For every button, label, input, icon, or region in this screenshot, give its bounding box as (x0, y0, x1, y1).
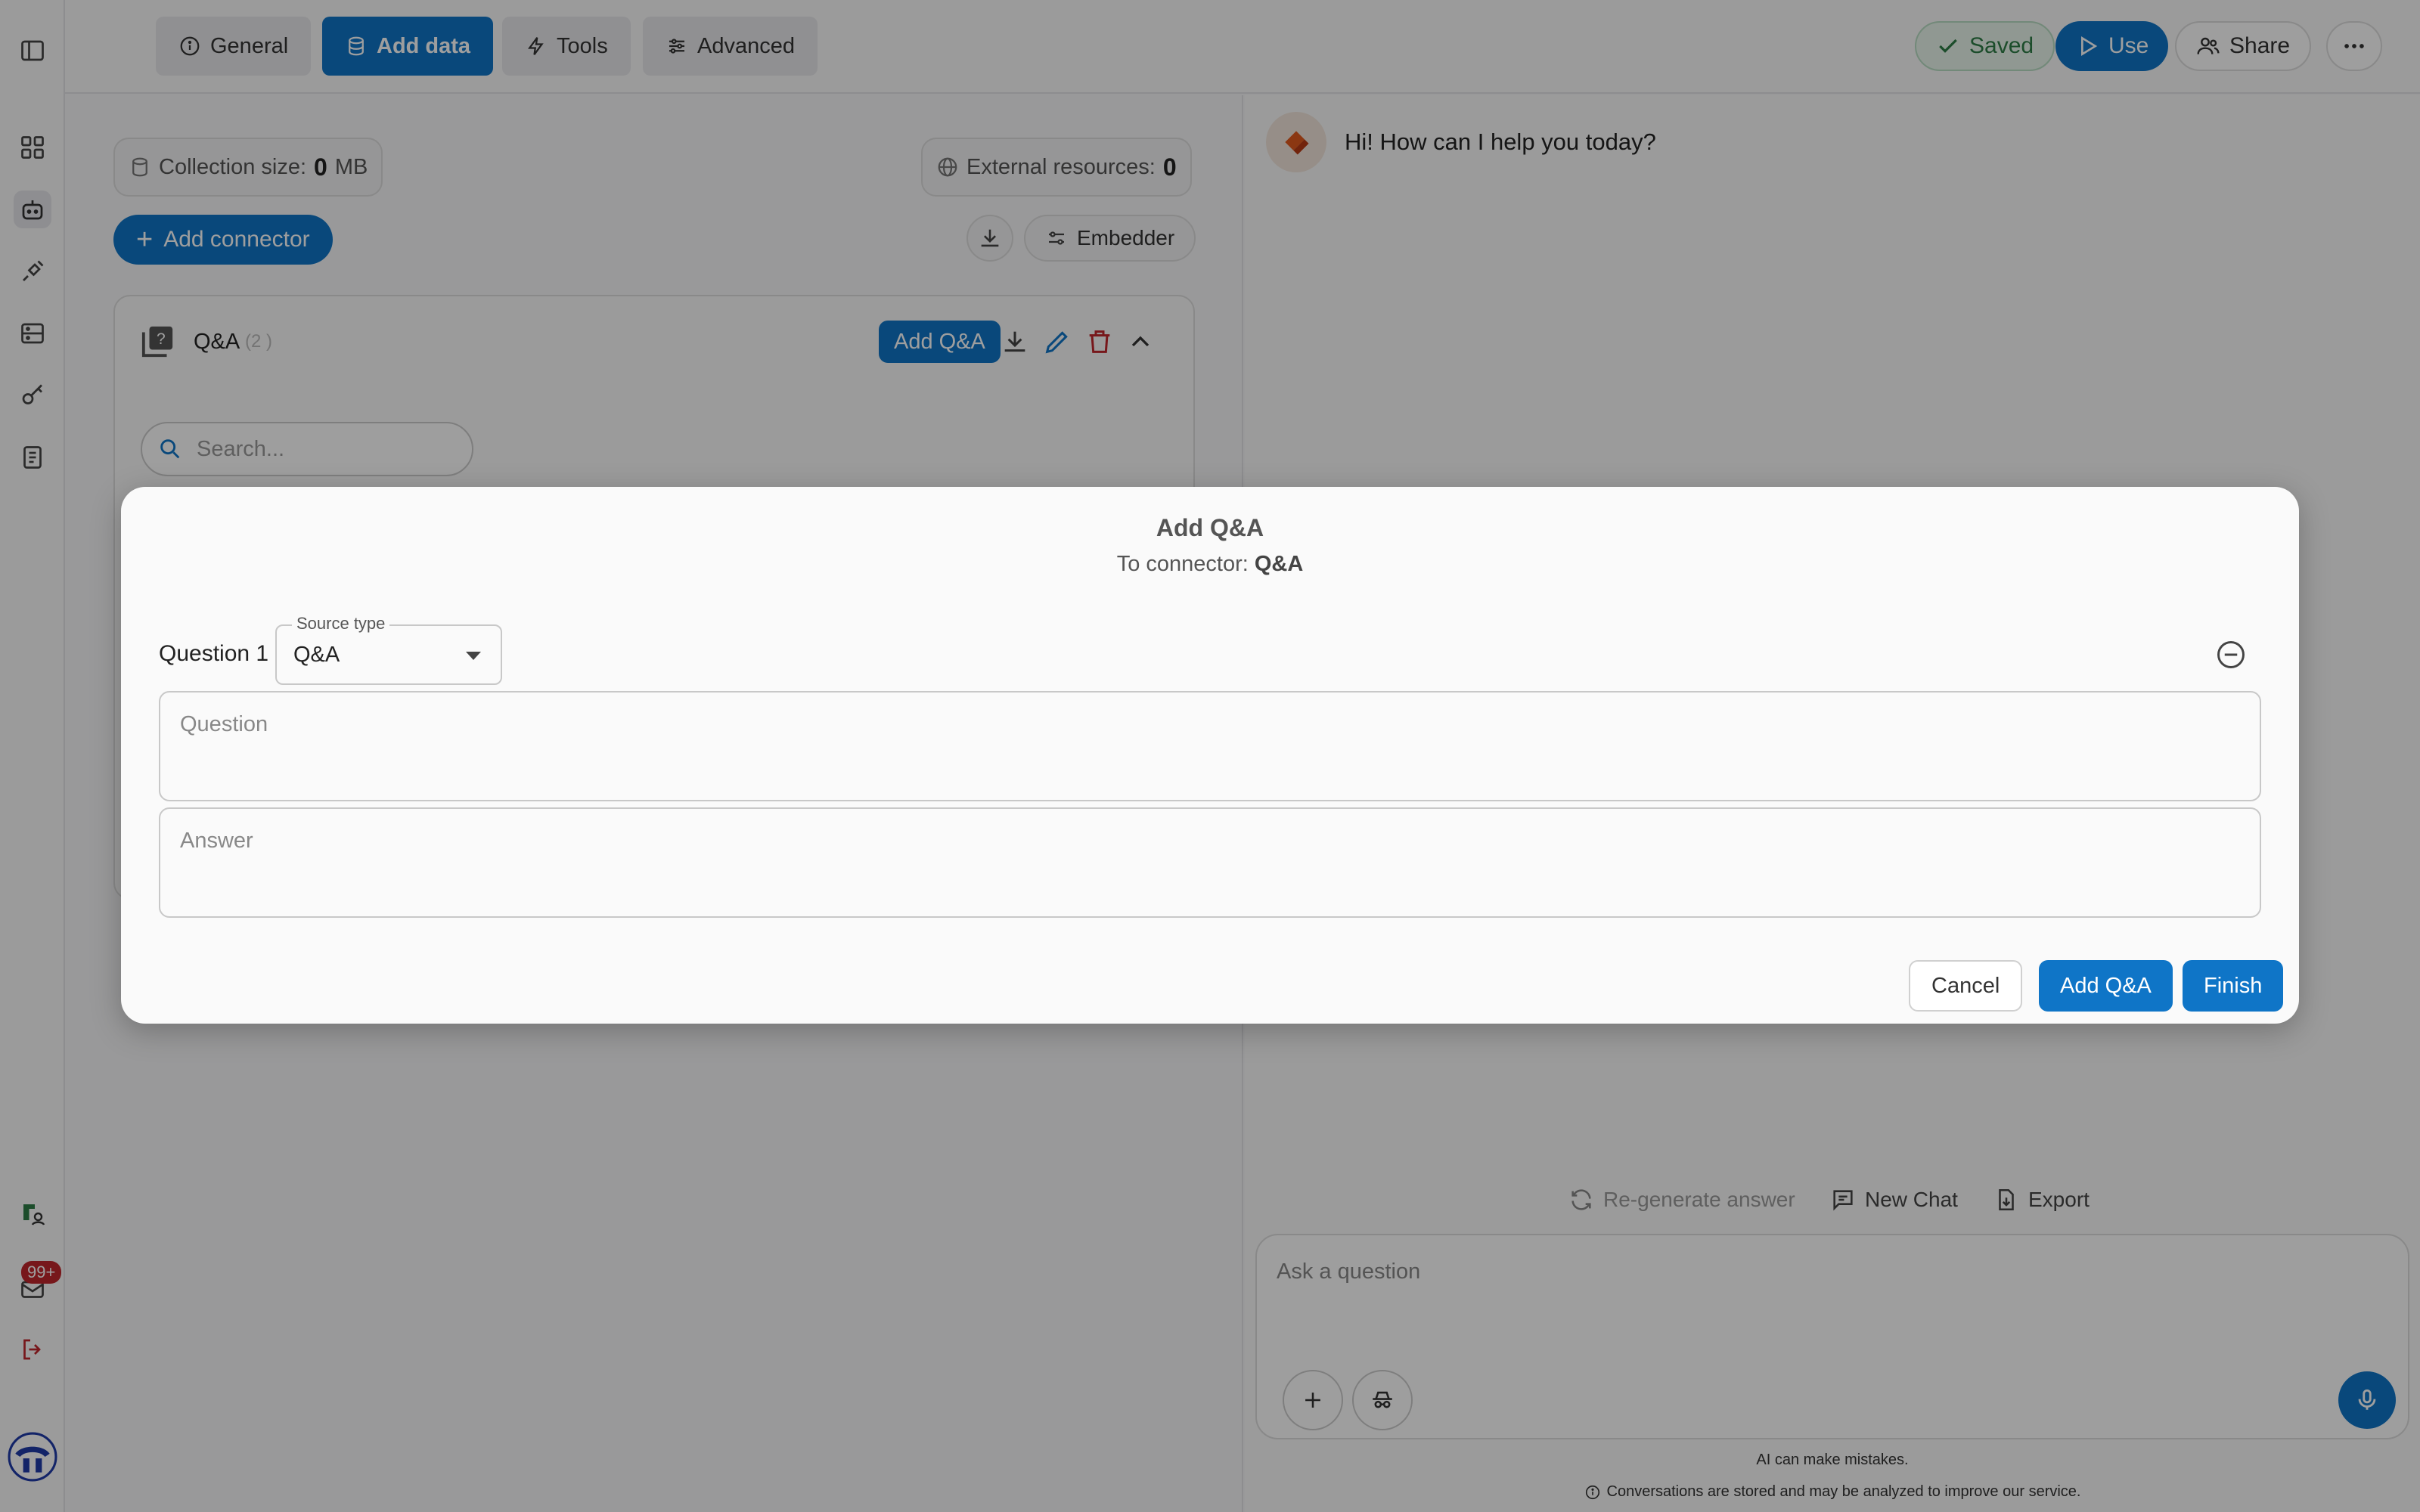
remove-question-button[interactable] (2213, 637, 2249, 673)
dropdown-arrow-icon (466, 652, 481, 660)
cancel-label: Cancel (1931, 973, 2000, 998)
add-qa-label: Add Q&A (2060, 973, 2152, 998)
finish-button[interactable]: Finish (2183, 960, 2284, 1012)
question-placeholder: Question (180, 712, 268, 736)
subtitle-connector: Q&A (1254, 552, 1304, 576)
answer-placeholder: Answer (180, 829, 253, 853)
question-number-label: Question 1 (159, 641, 269, 666)
finish-label: Finish (2204, 973, 2263, 998)
cancel-button[interactable]: Cancel (1909, 960, 2023, 1012)
add-qa-button[interactable]: Add Q&A (2039, 960, 2173, 1012)
source-type-select[interactable]: Source type Q&A (275, 614, 502, 685)
source-type-value: Q&A (293, 643, 340, 667)
answer-field[interactable]: Answer (159, 807, 2261, 918)
minus-circle-icon (2217, 641, 2245, 668)
dialog-title: Add Q&A (1156, 514, 1264, 541)
subtitle-prefix: To connector: (1116, 552, 1249, 576)
add-qa-dialog: Add Q&A To connector: Q&A Question 1 Sou… (121, 487, 2299, 1024)
dialog-subtitle: To connector: Q&A (121, 552, 2299, 577)
question-field[interactable]: Question (159, 691, 2261, 801)
source-type-legend: Source type (292, 614, 390, 634)
